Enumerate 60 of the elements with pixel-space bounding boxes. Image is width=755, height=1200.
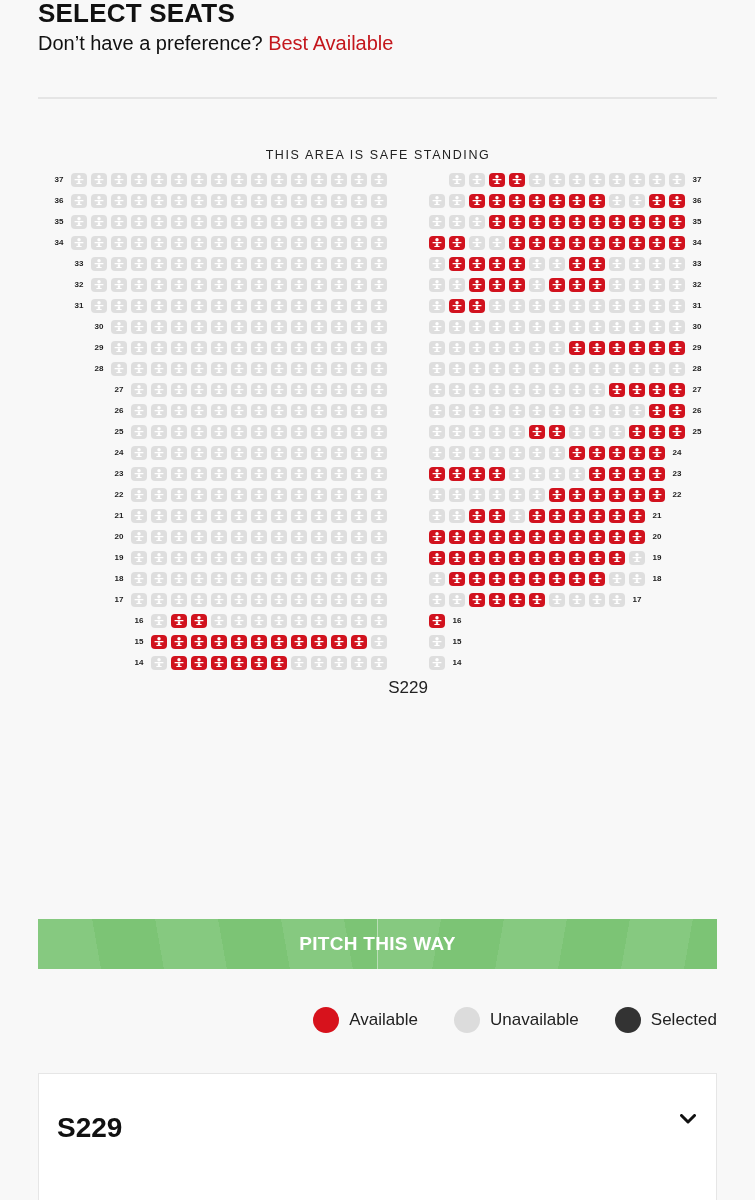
safe-standing-note: THIS AREA IS SAFE STANDING: [265, 147, 491, 163]
row-number: 19: [113, 552, 125, 564]
row-number: 28: [691, 363, 703, 375]
row-number: 26: [691, 405, 703, 417]
row-number: 29: [93, 342, 105, 354]
row-number: 36: [53, 195, 65, 207]
row-number: 33: [691, 258, 703, 270]
row-number: 16: [451, 615, 463, 627]
row-number: 20: [651, 531, 663, 543]
row-number: 31: [73, 300, 85, 312]
section-title: S229: [57, 1113, 123, 1143]
row-number: 24: [671, 447, 683, 459]
row-number: 35: [691, 216, 703, 228]
row-number: 17: [631, 594, 643, 606]
best-available-link[interactable]: Best Available: [268, 32, 394, 54]
row-number: 15: [451, 636, 463, 648]
row-number: 35: [53, 216, 65, 228]
chevron-icon[interactable]: [680, 1114, 696, 1125]
legend-label: Unavailable: [490, 1009, 579, 1031]
row-number: 26: [113, 405, 125, 417]
row-number: 21: [113, 510, 125, 522]
row-number: 34: [691, 237, 703, 249]
row-number: 34: [53, 237, 65, 249]
row-number: 17: [113, 594, 125, 606]
row-number: 29: [691, 342, 703, 354]
section-label: S229: [388, 678, 428, 698]
row-number: 37: [53, 174, 65, 186]
row-number: 16: [133, 615, 145, 627]
row-number: 14: [451, 657, 463, 669]
row-number: 30: [691, 321, 703, 333]
pitch-direction-banner: PITCH THIS WAY: [38, 919, 717, 969]
row-number: 28: [93, 363, 105, 375]
row-number: 14: [133, 657, 145, 669]
legend-label: Selected: [650, 1009, 717, 1031]
row-number: 33: [73, 258, 85, 270]
legend-label: Available: [349, 1009, 418, 1031]
row-number: 21: [651, 510, 663, 522]
row-number: 19: [651, 552, 663, 564]
row-number: 23: [113, 468, 125, 480]
row-number: 27: [691, 384, 703, 396]
row-number: 31: [691, 300, 703, 312]
row-number: 25: [113, 426, 125, 438]
row-number: 18: [651, 573, 663, 585]
row-number: 22: [113, 489, 125, 501]
row-number: 15: [133, 636, 145, 648]
row-number: 23: [671, 468, 683, 480]
page-title: SELECT SEATS: [38, 0, 236, 28]
row-number: 24: [113, 447, 125, 459]
row-number: 37: [691, 174, 703, 186]
row-number: 32: [73, 279, 85, 291]
row-number: 32: [691, 279, 703, 291]
row-number: 25: [691, 426, 703, 438]
row-number: 36: [691, 195, 703, 207]
row-number: 18: [113, 573, 125, 585]
row-number: 30: [93, 321, 105, 333]
row-number: 27: [113, 384, 125, 396]
section-card[interactable]: S229: [38, 1073, 717, 1200]
row-number: 22: [671, 489, 683, 501]
row-number: 20: [113, 531, 125, 543]
preference-prompt: Don’t have a preference? Best Available: [38, 31, 395, 55]
